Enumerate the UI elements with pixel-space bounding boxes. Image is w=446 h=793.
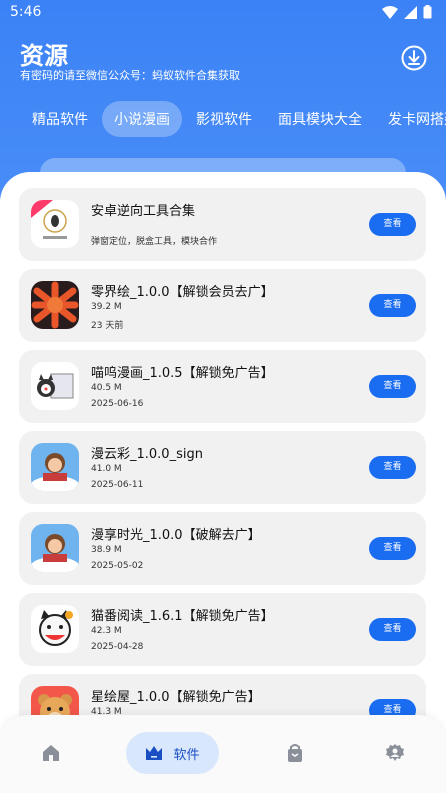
profile-settings-icon (386, 744, 404, 761)
item-date: 2025-06-11 (91, 480, 144, 490)
ant-logo-icon (31, 200, 79, 248)
tab-xiaoshuo-manhua[interactable]: 小说漫画 (102, 101, 182, 137)
view-button[interactable]: 查看 (369, 618, 416, 641)
item-size: 38.9 M (91, 545, 122, 555)
cat-mascot-icon (31, 605, 79, 653)
download-icon[interactable] (400, 44, 428, 72)
item-size: 41.0 M (91, 464, 122, 474)
view-button[interactable]: 查看 (369, 375, 416, 398)
list-item[interactable]: 零界绘_1.0.0【解锁会员去广】 39.2 M 23 天前 查看 (19, 269, 426, 342)
nav-home[interactable] (30, 732, 72, 774)
page-title: 资源 (20, 42, 68, 70)
tab-jingpin[interactable]: 精品软件 (20, 101, 100, 137)
category-tabs: 精品软件 小说漫画 影视软件 面具模块大全 发卡网搭建 (20, 101, 446, 137)
item-name: 猫番阅读_1.6.1【解锁免广告】 (91, 609, 274, 624)
view-button[interactable]: 查看 (369, 537, 416, 560)
nav-shop[interactable] (274, 732, 316, 774)
status-icons (382, 5, 432, 19)
list-item[interactable]: 喵呜漫画_1.0.5【解锁免广告】 40.5 M 2025-06-16 查看 (19, 350, 426, 423)
item-size: 40.5 M (91, 383, 122, 393)
home-icon (43, 745, 59, 761)
item-date: 2025-06-16 (91, 399, 144, 409)
item-date: 23 天前 (91, 321, 124, 331)
item-name: 安卓逆向工具合集 (91, 204, 196, 219)
girl-reading-icon (31, 443, 79, 491)
item-name: 零界绘_1.0.0【解锁会员去广】 (91, 285, 274, 300)
cat-reading-icon (31, 362, 79, 410)
list-item[interactable]: 猫番阅读_1.6.1【解锁免广告】 42.3 M 2025-04-28 查看 (19, 593, 426, 666)
status-time: 5:46 (10, 4, 42, 20)
tab-yingshi[interactable]: 影视软件 (184, 101, 264, 137)
item-name: 星绘屋_1.0.0【解锁免广告】 (91, 690, 261, 705)
item-name: 喵呜漫画_1.0.5【解锁免广告】 (91, 366, 274, 381)
item-size: 39.2 M (91, 302, 122, 312)
item-name: 漫享时光_1.0.0【破解去广】 (91, 528, 261, 543)
item-date: 2025-05-02 (91, 561, 144, 571)
girl-reading-icon (31, 524, 79, 572)
nav-profile[interactable] (374, 732, 416, 774)
view-button[interactable]: 查看 (369, 294, 416, 317)
status-bar: 5:46 (0, 0, 446, 26)
bottom-nav: 软件 (0, 715, 446, 793)
lingjiehui-icon (31, 281, 79, 329)
view-button[interactable]: 查看 (369, 456, 416, 479)
item-name: 漫云彩_1.0.0_sign (91, 447, 203, 462)
nav-software[interactable]: 软件 (126, 732, 219, 774)
item-desc: 弹窗定位，脱盒工具，模块合作 (91, 237, 218, 247)
item-date: 2025-04-28 (91, 642, 144, 652)
list-item[interactable]: 安卓逆向工具合集 弹窗定位，脱盒工具，模块合作 查看 (19, 188, 426, 261)
nav-software-label: 软件 (173, 747, 200, 763)
page-subtitle: 有密码的请至微信公众号：蚂蚁软件合集获取 (20, 69, 240, 82)
content-panel: 安卓逆向工具合集 弹窗定位，脱盒工具，模块合作 查看 零界绘_1.0.0【解锁会… (0, 172, 446, 793)
tab-faka[interactable]: 发卡网搭建 (376, 101, 446, 137)
tab-mianju[interactable]: 面具模块大全 (266, 101, 374, 137)
list-item[interactable]: 漫享时光_1.0.0【破解去广】 38.9 M 2025-05-02 查看 (19, 512, 426, 585)
resource-list: 安卓逆向工具合集 弹窗定位，脱盒工具，模块合作 查看 零界绘_1.0.0【解锁会… (19, 188, 426, 755)
signal-icon (404, 5, 417, 19)
list-item[interactable]: 漫云彩_1.0.0_sign 41.0 M 2025-06-11 查看 (19, 431, 426, 504)
battery-icon (423, 5, 432, 19)
crown-icon (146, 746, 163, 760)
view-button[interactable]: 查看 (369, 213, 416, 236)
wifi-icon (382, 5, 398, 19)
bag-icon (288, 744, 302, 762)
item-size: 42.3 M (91, 626, 122, 636)
